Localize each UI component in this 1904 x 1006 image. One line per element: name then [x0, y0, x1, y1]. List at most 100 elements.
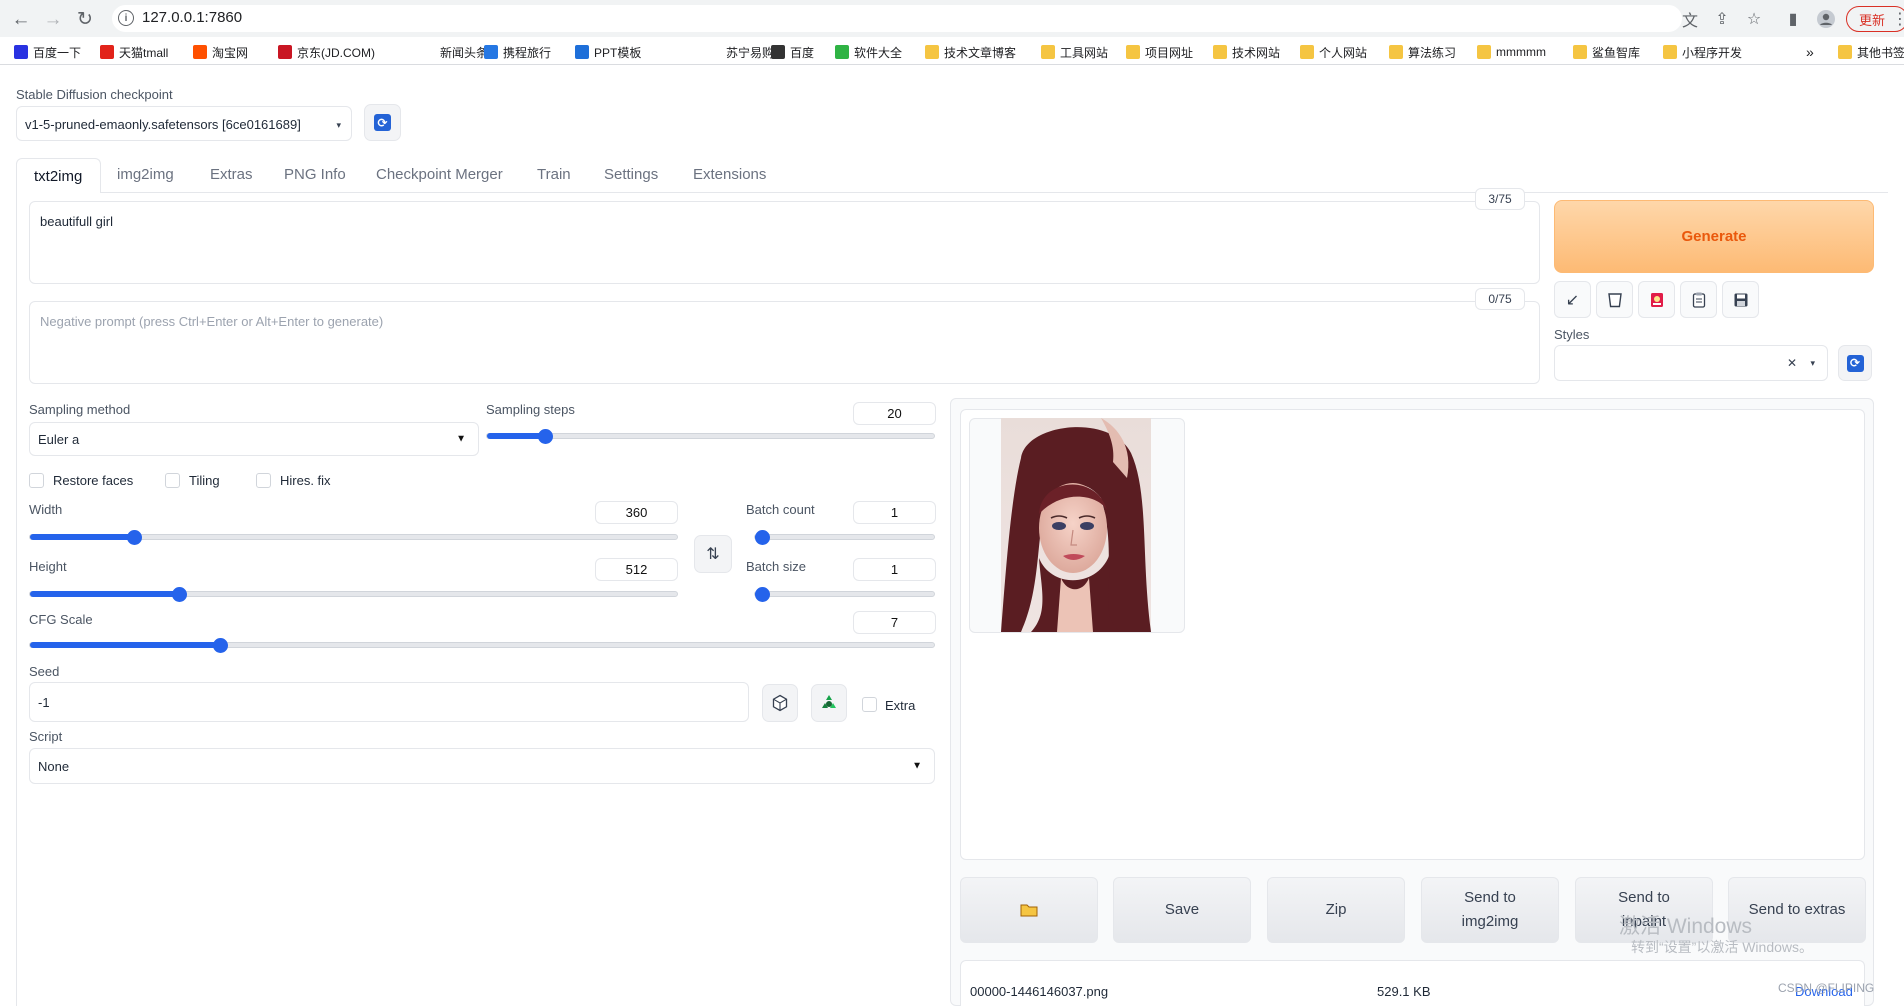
tiling-checkbox[interactable]	[165, 473, 180, 488]
bookmark-favicon-icon	[771, 45, 785, 59]
checkpoint-value: v1-5-pruned-emaonly.safetensors [6ce0161…	[25, 117, 301, 132]
hires-fix-checkbox[interactable]	[256, 473, 271, 488]
slider-thumb[interactable]	[755, 587, 770, 602]
negative-prompt-input[interactable]: Negative prompt (press Ctrl+Enter or Alt…	[29, 301, 1540, 384]
random-seed-button[interactable]	[762, 684, 798, 722]
bookmark-label: 京东(JD.COM)	[297, 45, 375, 60]
menu-dots-icon[interactable]: ⋮	[1892, 8, 1904, 30]
tab-settings[interactable]: Settings	[604, 166, 658, 192]
batch-size-input[interactable]: 1	[853, 558, 936, 581]
tab-train[interactable]: Train	[537, 166, 571, 192]
address-bar[interactable]	[112, 5, 1682, 32]
bookmark-favicon-icon	[278, 45, 292, 59]
slider-thumb[interactable]	[171, 587, 187, 602]
bookmark-item[interactable]: 软件大全	[835, 43, 902, 61]
open-folder-button[interactable]	[960, 877, 1098, 943]
profile-avatar-icon[interactable]	[1815, 8, 1837, 30]
bookmark-favicon-icon	[1389, 45, 1403, 59]
restore-faces-checkbox[interactable]	[29, 473, 44, 488]
bookmark-item[interactable]: 天猫tmall	[100, 43, 168, 61]
sampling-steps-slider[interactable]	[486, 429, 935, 444]
bookmark-item[interactable]: mmmmm	[1477, 43, 1546, 61]
width-input[interactable]: 360	[595, 501, 678, 524]
bookmark-item[interactable]: 百度	[771, 43, 814, 61]
extra-seed-checkbox[interactable]	[862, 697, 877, 712]
tab-png-info[interactable]: PNG Info	[284, 166, 346, 192]
clear-styles-icon[interactable]: ✕	[1787, 356, 1797, 370]
tab-extensions[interactable]: Extensions	[693, 166, 766, 192]
height-input[interactable]: 512	[595, 558, 678, 581]
seed-label: Seed	[29, 664, 60, 679]
share-icon[interactable]: ⇪	[1711, 8, 1733, 30]
bookmark-item[interactable]: 京东(JD.COM)	[278, 43, 375, 61]
refresh-checkpoint-button[interactable]: ⟳	[364, 104, 401, 141]
tab-img2img[interactable]: img2img	[117, 166, 174, 192]
styles-label: Styles	[1554, 327, 1590, 342]
bookmark-item[interactable]: 项目网址	[1126, 43, 1193, 61]
reuse-seed-button[interactable]	[811, 684, 847, 722]
bookmark-item[interactable]: 鲨鱼智库	[1573, 43, 1640, 61]
bookmark-item[interactable]: PPT模板	[575, 43, 641, 61]
generated-image[interactable]	[1001, 418, 1151, 632]
bookmark-item[interactable]: 携程旅行	[484, 43, 551, 61]
slider-thumb[interactable]	[212, 638, 228, 653]
address-url[interactable]: 127.0.0.1:7860	[142, 9, 242, 26]
extra-networks-button[interactable]	[1638, 281, 1675, 318]
bookmark-item[interactable]: 百度一下	[14, 43, 81, 61]
bookmark-label: 技术文章博客	[944, 45, 1017, 60]
file-info-bar	[960, 960, 1865, 1006]
prompt-input[interactable]: beautifull girl	[29, 201, 1540, 284]
save-button[interactable]: Save	[1113, 877, 1251, 943]
bookmark-item[interactable]: 技术网站	[1213, 43, 1280, 61]
slider-thumb[interactable]	[538, 429, 554, 444]
slider-thumb[interactable]	[126, 530, 142, 545]
translate-icon[interactable]: 文	[1679, 8, 1701, 30]
apply-style-button[interactable]	[1680, 281, 1717, 318]
styles-select[interactable]: ✕ ▾	[1554, 345, 1828, 381]
refresh-icon: ⟳	[374, 114, 391, 131]
sampling-method-select[interactable]: Euler a ▼	[29, 422, 479, 456]
batch-count-slider[interactable]	[754, 530, 935, 545]
bookmark-item[interactable]: 个人网站	[1300, 43, 1367, 61]
cfg-scale-slider[interactable]	[29, 638, 935, 653]
other-bookmarks[interactable]: 其他书签	[1838, 43, 1904, 61]
seed-input[interactable]: -1	[29, 682, 749, 722]
bookmark-item[interactable]: 新闻头条	[421, 43, 488, 61]
bookmark-item[interactable]: 苏宁易购	[707, 43, 774, 61]
checkpoint-select[interactable]: v1-5-pruned-emaonly.safetensors [6ce0161…	[16, 106, 352, 141]
forward-arrow-icon[interactable]: →	[41, 7, 65, 31]
bookmark-star-icon[interactable]: ☆	[1743, 8, 1765, 30]
refresh-styles-button[interactable]: ⟳	[1838, 345, 1872, 381]
batch-size-slider[interactable]	[754, 587, 935, 602]
swap-dimensions-button[interactable]: ⇅	[694, 535, 732, 573]
batch-count-label: Batch count	[746, 502, 815, 517]
reload-icon[interactable]: ↻	[73, 7, 97, 31]
read-params-button[interactable]: ↙	[1554, 281, 1591, 318]
tab-checkpoint-merger[interactable]: Checkpoint Merger	[376, 166, 503, 192]
bookmark-item[interactable]: 工具网站	[1041, 43, 1108, 61]
generate-button[interactable]: Generate	[1554, 200, 1874, 273]
height-slider[interactable]	[29, 587, 678, 602]
seed-value: -1	[38, 694, 50, 710]
save-style-button[interactable]	[1722, 281, 1759, 318]
back-arrow-icon[interactable]: ←	[9, 7, 33, 31]
tab-txt2img[interactable]: txt2img	[16, 158, 101, 193]
slider-thumb[interactable]	[755, 530, 770, 545]
cfg-scale-input[interactable]: 7	[853, 611, 936, 634]
bookmark-item[interactable]: 淘宝网	[193, 43, 248, 61]
batch-count-input[interactable]: 1	[853, 501, 936, 524]
side-panel-icon[interactable]: ▮	[1782, 8, 1804, 30]
sampling-method-label: Sampling method	[29, 402, 131, 417]
width-slider[interactable]	[29, 530, 678, 545]
clear-prompt-button[interactable]	[1596, 281, 1633, 318]
bookmarks-overflow-icon[interactable]: »	[1806, 43, 1814, 61]
bookmark-item[interactable]: 小程序开发	[1663, 43, 1742, 61]
send-to-img2img-button[interactable]: Send to img2img	[1421, 877, 1559, 943]
bookmark-item[interactable]: 算法练习	[1389, 43, 1456, 61]
tab-extras[interactable]: Extras	[210, 166, 253, 192]
site-info-icon[interactable]: i	[118, 10, 134, 26]
sampling-steps-input[interactable]: 20	[853, 402, 936, 425]
zip-button[interactable]: Zip	[1267, 877, 1405, 943]
bookmark-item[interactable]: 技术文章博客	[925, 43, 1016, 61]
script-select[interactable]: None ▼	[29, 748, 935, 784]
